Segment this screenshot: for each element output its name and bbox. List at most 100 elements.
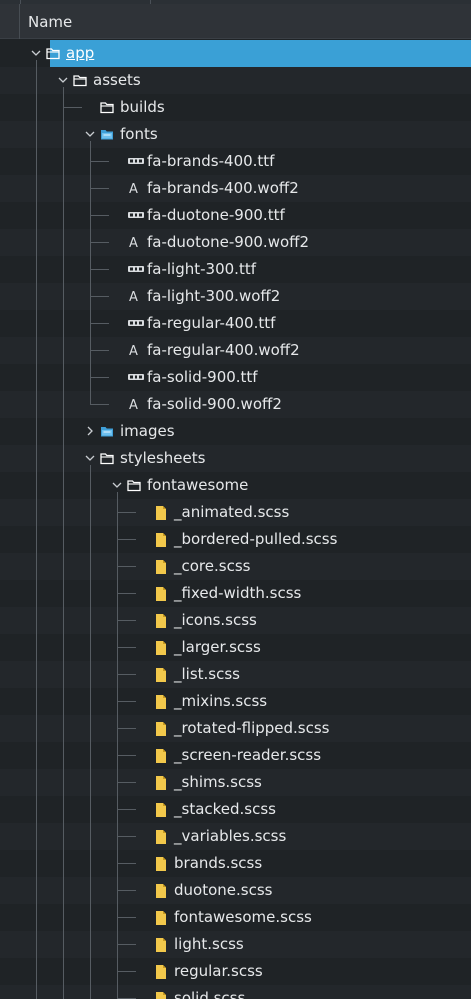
tree-file-row[interactable]: fa-regular-400.ttf — [0, 310, 471, 337]
tree-item-label: fa-light-300.woff2 — [147, 287, 281, 305]
tree-file-row[interactable]: _icons.scss — [0, 607, 471, 634]
tree-folder-row[interactable]: builds — [0, 94, 471, 121]
tree-file-row[interactable]: _screen-reader.scss — [0, 742, 471, 769]
chevron-down-icon[interactable] — [58, 75, 68, 85]
scss-file-icon — [154, 802, 168, 817]
tree-item-label: app — [66, 44, 95, 62]
tree-item-label: fontawesome — [147, 476, 249, 494]
tree-guide-line — [117, 809, 136, 810]
name-column-header[interactable]: Name — [28, 13, 72, 31]
chevron-right-icon[interactable] — [85, 426, 95, 436]
tree-file-row[interactable]: _stacked.scss — [0, 796, 471, 823]
tree-guide-line — [90, 242, 109, 243]
tree-folder-row[interactable]: fonts — [0, 121, 471, 148]
tree-file-row[interactable]: Afa-solid-900.woff2 — [0, 391, 471, 418]
tree-guide-line — [90, 215, 109, 216]
chevron-down-icon[interactable] — [85, 129, 95, 139]
tree-guide-line — [90, 269, 109, 270]
tree-file-row[interactable]: _mixins.scss — [0, 688, 471, 715]
tree-file-row[interactable]: _fixed-width.scss — [0, 580, 471, 607]
scss-file-icon — [154, 775, 168, 790]
tree-guide-line — [90, 141, 91, 404]
tree-file-row[interactable]: _variables.scss — [0, 823, 471, 850]
tree-item-label: stylesheets — [120, 449, 206, 467]
scss-file-icon — [154, 856, 168, 871]
svg-text:A: A — [129, 290, 138, 303]
tree-file-row[interactable]: Afa-regular-400.woff2 — [0, 337, 471, 364]
tree-folder-row[interactable]: images — [0, 418, 471, 445]
tree-file-row[interactable]: _animated.scss — [0, 499, 471, 526]
tree-file-row[interactable]: _shims.scss — [0, 769, 471, 796]
tree-item-label: _rotated-flipped.scss — [174, 719, 330, 737]
scss-file-icon — [154, 559, 168, 574]
tree-file-row[interactable]: _rotated-flipped.scss — [0, 715, 471, 742]
tree-guide-line — [90, 377, 109, 378]
tree-file-row[interactable]: fa-light-300.ttf — [0, 256, 471, 283]
tree-file-row[interactable]: Afa-brands-400.woff2 — [0, 175, 471, 202]
tree-guide-line — [117, 492, 118, 999]
tree-folder-row[interactable]: fontawesome — [0, 472, 471, 499]
tree-file-row[interactable]: _bordered-pulled.scss — [0, 526, 471, 553]
tree-item-label: fa-light-300.ttf — [147, 260, 256, 278]
tree-guide-line — [117, 836, 136, 837]
tree-item-label: _mixins.scss — [174, 692, 268, 710]
tree-item-label: builds — [120, 98, 165, 116]
folder-icon — [46, 46, 60, 60]
tree-folder-row[interactable]: assets — [0, 67, 471, 94]
svg-text:A: A — [129, 344, 138, 357]
font-glyph-icon: A — [127, 181, 141, 195]
tree-guide-line — [117, 917, 136, 918]
chevron-down-icon[interactable] — [31, 48, 41, 58]
tree-guide-line — [117, 674, 136, 675]
tree-guide-line — [117, 512, 136, 513]
tree-item-label: fa-duotone-900.ttf — [147, 206, 285, 224]
tree-item-label: fa-solid-900.ttf — [147, 368, 258, 386]
file-tree-view[interactable]: Name app assets builds fonts fa-brands-400.t… — [0, 0, 471, 999]
tree-file-row[interactable]: regular.scss — [0, 958, 471, 985]
tree-file-row[interactable]: fa-duotone-900.ttf — [0, 202, 471, 229]
tree-file-row[interactable]: _core.scss — [0, 553, 471, 580]
tree-file-row[interactable]: fa-brands-400.ttf — [0, 148, 471, 175]
tree-folder-row[interactable]: stylesheets — [0, 445, 471, 472]
scss-file-icon — [154, 964, 168, 979]
chevron-down-icon[interactable] — [112, 480, 122, 490]
tree-item-label: fa-brands-400.ttf — [147, 152, 275, 170]
folder-blue-icon — [100, 424, 114, 438]
tree-guide-line — [90, 296, 109, 297]
tree-file-row[interactable]: light.scss — [0, 931, 471, 958]
tree-file-row[interactable]: duotone.scss — [0, 877, 471, 904]
tree-folder-row[interactable]: app — [0, 40, 471, 67]
tree-guide-line — [90, 188, 109, 189]
tree-file-row[interactable]: brands.scss — [0, 850, 471, 877]
tree-file-row[interactable]: _larger.scss — [0, 634, 471, 661]
column-header[interactable]: Name — [0, 4, 471, 39]
font-glyph-icon: A — [127, 289, 141, 303]
selection-highlight — [50, 40, 471, 67]
tree-file-row[interactable]: fontawesome.scss — [0, 904, 471, 931]
tree-item-label: _animated.scss — [174, 503, 290, 521]
scss-file-icon — [154, 829, 168, 844]
tree-guide-line — [117, 863, 136, 864]
tree-guide-line — [117, 728, 136, 729]
tree-guide-line — [117, 890, 136, 891]
font-glyph-icon: A — [127, 343, 141, 357]
font-file-icon — [127, 316, 144, 330]
tree-item-label: images — [120, 422, 175, 440]
tree-file-row[interactable]: Afa-duotone-900.woff2 — [0, 229, 471, 256]
scss-file-icon — [154, 883, 168, 898]
chevron-down-icon[interactable] — [85, 453, 95, 463]
font-file-icon — [127, 208, 144, 222]
tree-file-row[interactable]: solid.scss — [0, 985, 471, 999]
scss-file-icon — [154, 991, 168, 999]
tree-file-row[interactable]: _list.scss — [0, 661, 471, 688]
tree-item-label: solid.scss — [174, 989, 246, 999]
tree-guide-line — [117, 539, 136, 540]
tree-item-label: _list.scss — [174, 665, 240, 683]
tree-file-row[interactable]: fa-solid-900.ttf — [0, 364, 471, 391]
scss-file-icon — [154, 910, 168, 925]
scss-file-icon — [154, 937, 168, 952]
folder-icon — [73, 73, 87, 87]
tree-guide-line — [63, 87, 64, 999]
tree-guide-line — [90, 350, 109, 351]
tree-file-row[interactable]: Afa-light-300.woff2 — [0, 283, 471, 310]
